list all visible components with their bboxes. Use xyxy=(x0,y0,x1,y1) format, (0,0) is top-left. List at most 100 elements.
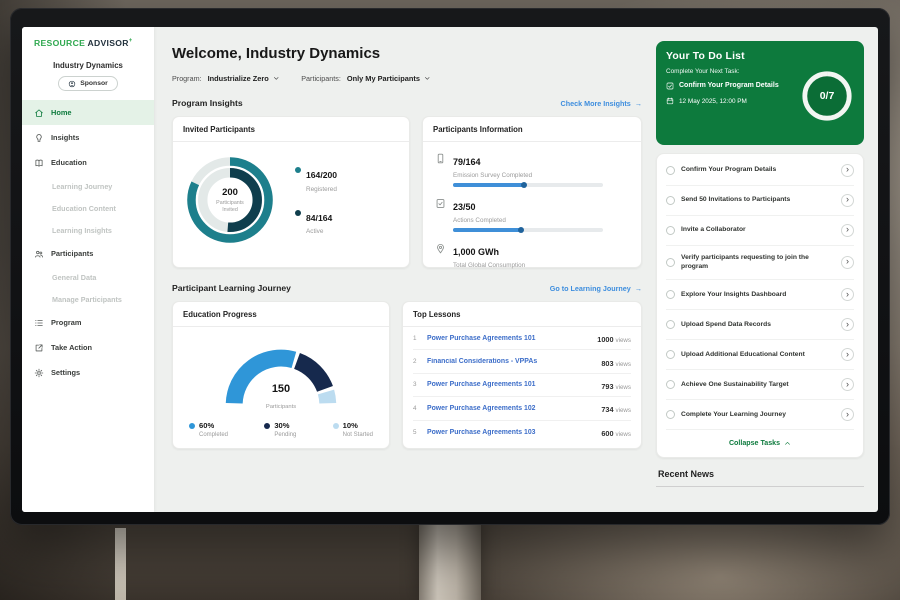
chevron-down-icon xyxy=(424,75,431,82)
lesson-link[interactable]: Power Purchase Agreements 101 xyxy=(427,381,595,388)
task-checkbox[interactable] xyxy=(666,196,675,205)
gear-icon xyxy=(34,368,44,378)
lightbulb-icon xyxy=(34,133,44,143)
brand-logo: RESOURCE ADVISOR+ xyxy=(22,38,154,48)
sidebar: RESOURCE ADVISOR+ Industry Dynamics Spon… xyxy=(22,27,154,512)
task-chevron-button[interactable]: › xyxy=(841,194,854,207)
arrow-right-icon: → xyxy=(635,284,642,293)
lesson-link[interactable]: Financial Considerations - VPPAs xyxy=(427,358,595,365)
legend-dot xyxy=(333,423,339,429)
task-chevron-button[interactable]: › xyxy=(841,164,854,177)
org-name: Industry Dynamics xyxy=(22,61,154,70)
task-chevron-button[interactable]: › xyxy=(841,288,854,301)
task-row[interactable]: Achieve One Sustainability Target › xyxy=(666,370,854,400)
sidebar-item-participants[interactable]: Participants xyxy=(22,241,154,266)
section-title: Participant Learning Journey xyxy=(172,283,291,293)
task-chevron-button[interactable]: › xyxy=(841,348,854,361)
education-progress-card: Education Progress 150 Participants 60% xyxy=(172,301,390,449)
lesson-views: 734views xyxy=(601,399,631,417)
page-title: Welcome, Industry Dynamics xyxy=(172,45,642,62)
learning-journey-cards: Education Progress 150 Participants 60% xyxy=(172,301,642,449)
gauge-legend-pending: 30% Pending xyxy=(264,421,296,438)
sidebar-item-label: Education Content xyxy=(52,204,116,213)
check-more-insights-link[interactable]: Check More Insights → xyxy=(561,99,642,108)
task-row[interactable]: Upload Spend Data Records › xyxy=(666,310,854,340)
lesson-row: 3 Power Purchase Agreements 101 793views xyxy=(413,374,631,397)
sponsor-badge[interactable]: Sponsor xyxy=(58,76,118,91)
wall-strip xyxy=(115,528,126,600)
legend-item-registered: 164/200Registered xyxy=(295,165,337,193)
top-lessons-card: Top Lessons 1 Power Purchase Agreements … xyxy=(402,301,642,449)
program-insights-cards: Invited Participants 200 xyxy=(172,116,642,268)
recent-news-header: Recent News xyxy=(656,469,864,487)
task-checkbox[interactable] xyxy=(666,290,675,299)
lesson-views: 1000views xyxy=(597,329,631,347)
participants-dropdown-value: Only My Participants xyxy=(347,74,420,83)
sidebar-item-manage-participants[interactable]: Manage Participants xyxy=(22,288,154,310)
sidebar-item-education-content[interactable]: Education Content xyxy=(22,197,154,219)
program-dropdown[interactable]: Industrialize Zero xyxy=(208,74,280,83)
sidebar-item-take-action[interactable]: Take Action xyxy=(22,335,154,360)
sidebar-item-home[interactable]: Home xyxy=(22,100,154,125)
collapse-tasks-button[interactable]: Collapse Tasks xyxy=(666,430,854,457)
task-chevron-button[interactable]: › xyxy=(841,224,854,237)
lesson-views: 803views xyxy=(601,353,631,371)
task-chevron-button[interactable]: › xyxy=(841,378,854,391)
task-checkbox[interactable] xyxy=(666,258,675,267)
task-checkbox[interactable] xyxy=(666,226,675,235)
task-row[interactable]: Confirm Your Program Details › xyxy=(666,156,854,186)
lesson-link[interactable]: Power Purchase Agreements 101 xyxy=(427,335,591,342)
sidebar-item-general-data[interactable]: General Data xyxy=(22,266,154,288)
sidebar-item-insights[interactable]: Insights xyxy=(22,125,154,150)
sidebar-item-label: Program xyxy=(51,318,81,327)
lesson-link[interactable]: Power Purchase Agreements 103 xyxy=(427,429,595,436)
todo-summary-card: Your To Do List Complete Your Next Task:… xyxy=(656,41,864,145)
sidebar-item-learning-journey[interactable]: Learning Journey xyxy=(22,175,154,197)
lesson-link[interactable]: Power Purchase Agreements 102 xyxy=(427,405,595,412)
task-checkbox[interactable] xyxy=(666,166,675,175)
monitor-stand xyxy=(419,518,481,600)
sidebar-item-label: Insights xyxy=(51,133,79,142)
checklist-icon xyxy=(435,198,446,209)
todo-list-card: Confirm Your Program Details › Send 50 I… xyxy=(656,153,864,458)
brand-secondary: ADVISOR xyxy=(87,38,128,48)
task-checkbox[interactable] xyxy=(666,410,675,419)
program-filter-label: Program: xyxy=(172,74,202,83)
task-row[interactable]: Verify participants requesting to join t… xyxy=(666,246,854,280)
invited-participants-donut: 200 Participants Invited xyxy=(183,153,277,247)
checkbox-icon[interactable] xyxy=(666,82,674,90)
sidebar-item-label: Take Action xyxy=(51,343,92,352)
sidebar-item-program[interactable]: Program xyxy=(22,310,154,335)
legend-dot xyxy=(189,423,195,429)
task-chevron-button[interactable]: › xyxy=(841,256,854,269)
gauge-legend-not-started: 10% Not Started xyxy=(333,421,373,438)
legend-dot xyxy=(264,423,270,429)
task-checkbox[interactable] xyxy=(666,380,675,389)
task-chevron-button[interactable]: › xyxy=(841,408,854,421)
card-title: Top Lessons xyxy=(403,302,641,327)
section-title: Program Insights xyxy=(172,98,243,108)
donut-legend: 164/200Registered 84/164Active xyxy=(295,165,337,235)
chevron-up-icon xyxy=(784,440,791,447)
sponsor-label: Sponsor xyxy=(80,80,108,87)
learning-journey-header: Participant Learning Journey Go to Learn… xyxy=(172,283,642,293)
task-chevron-button[interactable]: › xyxy=(841,318,854,331)
participants-dropdown[interactable]: Only My Participants xyxy=(347,74,431,83)
sidebar-item-education[interactable]: Education xyxy=(22,150,154,175)
sidebar-item-label: General Data xyxy=(52,273,96,282)
lesson-row: 2 Financial Considerations - VPPAs 803vi… xyxy=(413,350,631,373)
go-to-learning-journey-link[interactable]: Go to Learning Journey → xyxy=(550,284,642,293)
gauge-legend: 60% Completed 30% Pending 10% Not Starte… xyxy=(173,421,389,438)
sidebar-item-learning-insights[interactable]: Learning Insights xyxy=(22,219,154,241)
task-row[interactable]: Explore Your Insights Dashboard › xyxy=(666,280,854,310)
task-row[interactable]: Send 50 Invitations to Participants › xyxy=(666,186,854,216)
sidebar-item-label: Learning Journey xyxy=(52,182,112,191)
task-row[interactable]: Invite a Collaborator › xyxy=(666,216,854,246)
task-checkbox[interactable] xyxy=(666,320,675,329)
sidebar-item-label: Education xyxy=(51,158,87,167)
device-icon xyxy=(435,153,446,164)
task-row[interactable]: Complete Your Learning Journey › xyxy=(666,400,854,430)
sidebar-item-settings[interactable]: Settings xyxy=(22,360,154,385)
task-row[interactable]: Upload Additional Educational Content › xyxy=(666,340,854,370)
task-checkbox[interactable] xyxy=(666,350,675,359)
